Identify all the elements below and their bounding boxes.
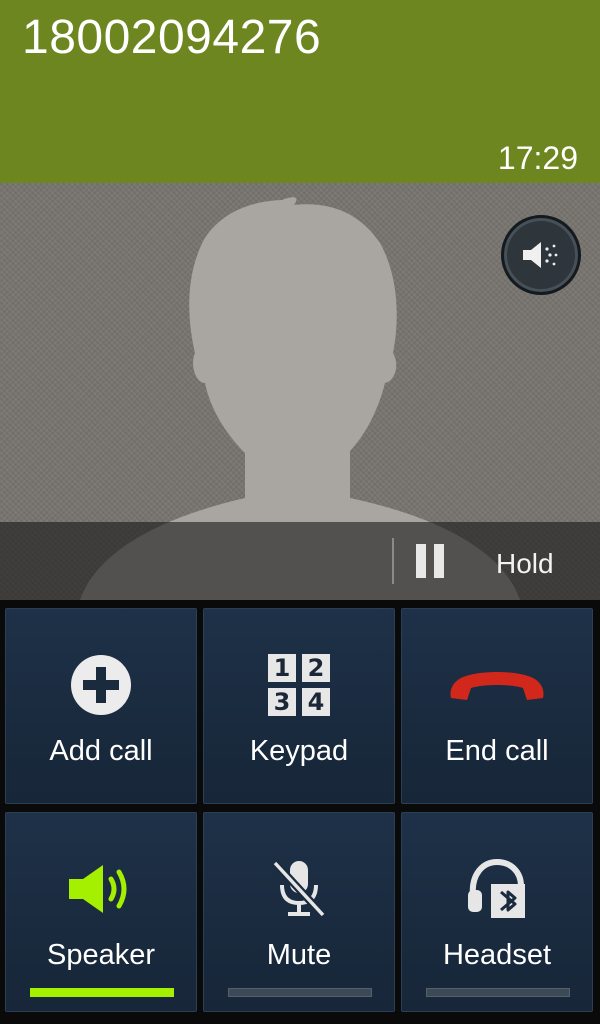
keypad-label: Keypad — [249, 735, 349, 767]
end-call-handset-icon — [450, 672, 544, 700]
mute-status-indicator — [228, 988, 372, 997]
headset-status-indicator — [426, 988, 570, 997]
add-call-label: Add call — [49, 735, 153, 767]
mic-off-icon — [272, 860, 326, 918]
keypad-key-1: 1 — [268, 654, 296, 682]
add-call-button[interactable]: Add call — [5, 608, 197, 804]
pause-icon — [416, 544, 444, 578]
speaker-label: Speaker — [46, 939, 155, 971]
bluetooth-headset-icon — [468, 858, 525, 918]
hold-label: Hold — [496, 548, 554, 579]
add-circle-icon — [71, 655, 131, 715]
call-actions-grid: Add call 1 2 3 4 Keypad End call Speaker… — [0, 600, 600, 1024]
end-call-button[interactable]: End call — [401, 608, 593, 804]
call-timer: 17:29 — [497, 140, 578, 176]
keypad-key-3: 3 — [268, 688, 296, 716]
keypad-key-4: 4 — [302, 688, 330, 716]
speaker-sound-icon — [523, 242, 558, 268]
keypad-button[interactable]: 1 2 3 4 Keypad — [203, 608, 395, 804]
mute-button[interactable]: Mute — [203, 812, 395, 1012]
speaker-icon — [69, 865, 127, 913]
speaker-status-indicator — [30, 988, 174, 997]
speaker-button[interactable]: Speaker — [5, 812, 197, 1012]
call-header: 18002094276 17:29 — [0, 0, 600, 183]
divider — [392, 538, 394, 584]
headset-label: Headset — [442, 939, 551, 971]
keypad-key-2: 2 — [302, 654, 330, 682]
headset-button[interactable]: Headset — [401, 812, 593, 1012]
keypad-grid-icon: 1 2 3 4 — [268, 654, 330, 716]
caller-number: 18002094276 — [22, 11, 322, 64]
speaker-quick-button[interactable] — [501, 215, 581, 295]
mute-label: Mute — [266, 939, 332, 971]
hold-button[interactable]: Hold — [400, 522, 600, 600]
hold-bar: Hold — [0, 522, 600, 600]
end-call-label: End call — [445, 735, 549, 767]
